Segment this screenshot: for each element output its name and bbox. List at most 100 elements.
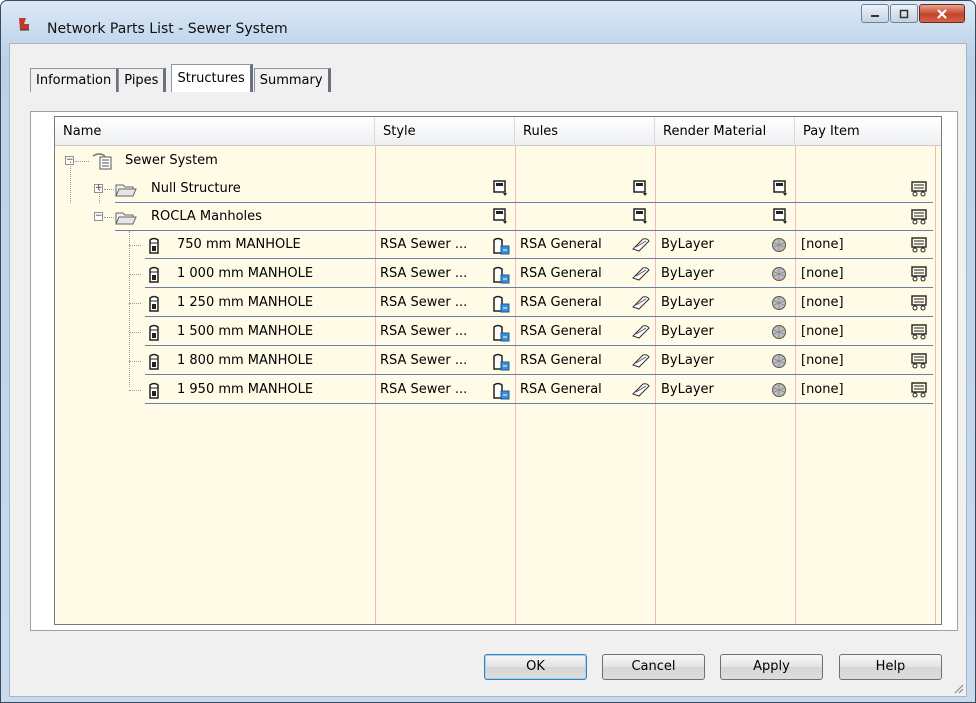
help-button[interactable]: Help <box>839 654 942 680</box>
folder-open-icon <box>115 212 137 225</box>
tree-row-group[interactable]: − ROCLA Manholes <box>55 189 941 231</box>
pay-item-icon[interactable] <box>911 324 929 340</box>
rules-value: RSA General <box>520 295 602 310</box>
folder-icon <box>115 184 137 197</box>
rules-value: RSA General <box>520 237 602 252</box>
manhole-structure-icon <box>149 353 159 370</box>
rules-value: RSA General <box>520 266 602 281</box>
manhole-structure-icon <box>149 324 159 341</box>
table-row[interactable]: 1 950 mm MANHOLE RSA Sewer ... RSA Gener… <box>55 376 941 404</box>
resize-grip-icon[interactable] <box>952 682 964 694</box>
structure-name: 1 500 mm MANHOLE <box>177 324 314 339</box>
rules-picker-icon[interactable] <box>633 180 649 198</box>
structure-name: 1 000 mm MANHOLE <box>177 266 314 281</box>
material-sphere-icon[interactable] <box>771 324 787 340</box>
tree-line <box>129 332 141 333</box>
rules-edit-icon[interactable] <box>631 266 651 282</box>
material-sphere-icon[interactable] <box>771 295 787 311</box>
structures-grid[interactable]: Name Style Rules Render Material Pay Ite… <box>54 116 942 625</box>
rules-edit-icon[interactable] <box>631 237 651 253</box>
pay-item-value: [none] <box>801 266 844 281</box>
material-value: ByLayer <box>661 237 714 252</box>
style-value: RSA Sewer ... <box>380 324 468 339</box>
pay-item-icon[interactable] <box>911 209 929 225</box>
structure-name: 1 950 mm MANHOLE <box>177 382 314 397</box>
material-sphere-icon[interactable] <box>771 382 787 398</box>
table-row[interactable]: 1 250 mm MANHOLE RSA Sewer ... RSA Gener… <box>55 289 941 317</box>
close-icon <box>937 8 947 19</box>
table-row[interactable]: 750 mm MANHOLE RSA Sewer ... RSA General… <box>55 231 941 259</box>
tab-pipes[interactable]: Pipes <box>118 68 167 92</box>
material-value: ByLayer <box>661 382 714 397</box>
style-edit-icon[interactable] <box>491 352 511 372</box>
tree-row-root[interactable]: − Sewer System <box>55 147 941 175</box>
rules-edit-icon[interactable] <box>631 353 651 369</box>
style-edit-icon[interactable] <box>491 236 511 256</box>
tree-row-group[interactable]: + Null Structure <box>55 161 941 203</box>
collapse-toggle[interactable]: − <box>94 212 103 221</box>
material-value: ByLayer <box>661 295 714 310</box>
maximize-icon <box>899 9 909 18</box>
style-picker-icon[interactable] <box>493 180 509 198</box>
style-edit-icon[interactable] <box>491 381 511 401</box>
table-row[interactable]: 1 500 mm MANHOLE RSA Sewer ... RSA Gener… <box>55 318 941 346</box>
structure-name: 1 800 mm MANHOLE <box>177 353 314 368</box>
pay-item-value: [none] <box>801 295 844 310</box>
column-header-render-material[interactable]: Render Material <box>655 117 795 146</box>
network-structure-list-icon <box>92 153 112 170</box>
material-sphere-icon[interactable] <box>771 266 787 282</box>
close-button[interactable] <box>919 4 965 23</box>
tree-line <box>70 161 71 203</box>
tree-line <box>104 217 114 218</box>
structures-tab-panel: Name Style Rules Render Material Pay Ite… <box>30 111 958 631</box>
column-header-name[interactable]: Name <box>55 117 375 146</box>
group-label: ROCLA Manholes <box>151 209 262 224</box>
row-separator <box>145 374 933 375</box>
apply-button[interactable]: Apply <box>720 654 823 680</box>
material-sphere-icon[interactable] <box>771 353 787 369</box>
table-row[interactable]: 1 000 mm MANHOLE RSA Sewer ... RSA Gener… <box>55 260 941 288</box>
minimize-button[interactable] <box>861 4 889 23</box>
rules-edit-icon[interactable] <box>631 295 651 311</box>
material-value: ByLayer <box>661 353 714 368</box>
pay-item-icon[interactable] <box>911 237 929 253</box>
ok-button[interactable]: OK <box>484 654 587 680</box>
row-separator <box>145 316 933 317</box>
column-header-rules[interactable]: Rules <box>515 117 655 146</box>
manhole-structure-icon <box>149 237 159 254</box>
style-value: RSA Sewer ... <box>380 237 468 252</box>
pay-item-icon[interactable] <box>911 353 929 369</box>
dialog-window: Network Parts List - Sewer System Inform… <box>0 0 976 703</box>
pay-item-icon[interactable] <box>911 266 929 282</box>
rules-value: RSA General <box>520 382 602 397</box>
style-edit-icon[interactable] <box>491 265 511 285</box>
tab-summary[interactable]: Summary <box>253 68 331 92</box>
pay-item-icon[interactable] <box>911 382 929 398</box>
table-row[interactable]: 1 800 mm MANHOLE RSA Sewer ... RSA Gener… <box>55 347 941 375</box>
material-sphere-icon[interactable] <box>771 237 787 253</box>
column-header-style[interactable]: Style <box>375 117 515 146</box>
material-picker-icon[interactable] <box>773 208 789 226</box>
tab-information[interactable]: Information <box>30 68 120 92</box>
pay-item-icon[interactable] <box>911 181 929 197</box>
maximize-button[interactable] <box>890 4 918 23</box>
pay-item-value: [none] <box>801 324 844 339</box>
pay-item-icon[interactable] <box>911 295 929 311</box>
material-value: ByLayer <box>661 324 714 339</box>
pay-item-value: [none] <box>801 382 844 397</box>
title-bar[interactable]: Network Parts List - Sewer System <box>1 1 975 37</box>
style-picker-icon[interactable] <box>493 208 509 226</box>
rules-edit-icon[interactable] <box>631 324 651 340</box>
tree-line <box>129 245 141 246</box>
rules-picker-icon[interactable] <box>633 208 649 226</box>
style-edit-icon[interactable] <box>491 323 511 343</box>
minimize-icon <box>871 14 879 17</box>
row-separator <box>145 287 933 288</box>
rules-edit-icon[interactable] <box>631 382 651 398</box>
material-picker-icon[interactable] <box>773 180 789 198</box>
style-edit-icon[interactable] <box>491 294 511 314</box>
window-title: Network Parts List - Sewer System <box>47 21 288 37</box>
tab-structures[interactable]: Structures <box>171 64 253 92</box>
column-header-pay-item[interactable]: Pay Item <box>795 117 941 146</box>
cancel-button[interactable]: Cancel <box>602 654 705 680</box>
